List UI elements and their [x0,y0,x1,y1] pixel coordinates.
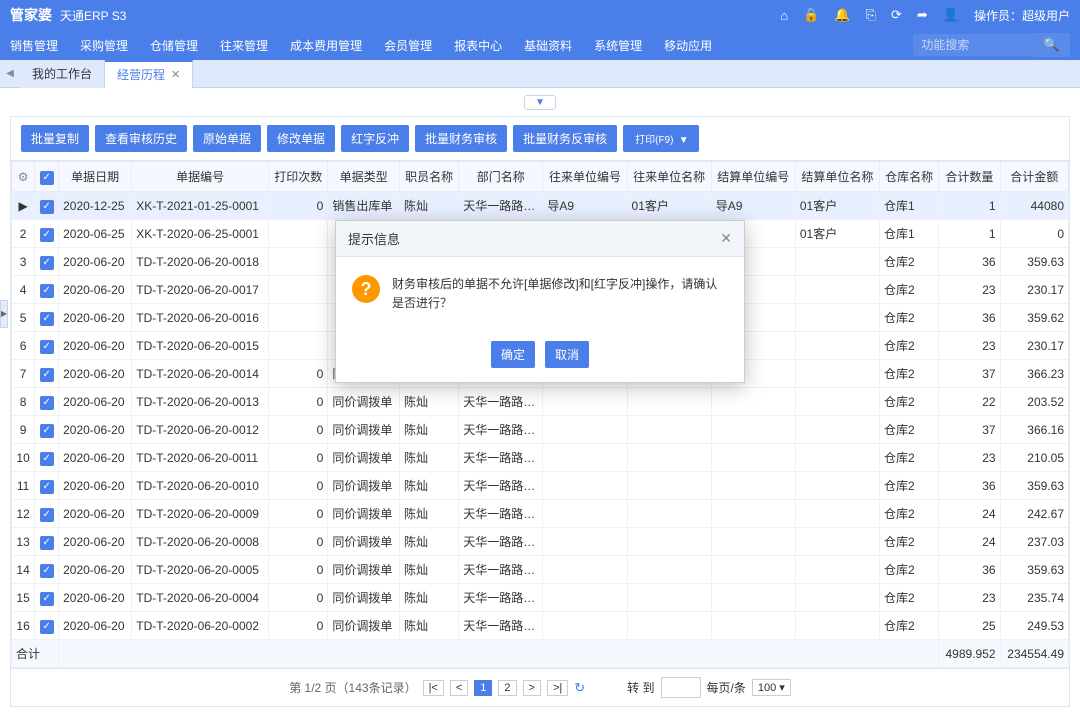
cell: 249.53 [1000,612,1068,640]
cell: 天华一路路… [459,612,543,640]
cell: ✓ [35,612,59,640]
table-footer-row: 合计 4989.952 234554.49 [12,640,1069,668]
last-page-button[interactable]: >| [547,680,568,696]
question-icon: ? [352,275,380,303]
cell [627,612,711,640]
cell: 25 [939,612,1000,640]
cell [795,612,879,640]
confirm-modal: 提示信息 ✕ ? 财务审核后的单据不允许[单据修改]和[红字反冲]操作，请确认是… [335,220,745,383]
cell: 同价调拨单 [328,612,400,640]
cell: 仓库2 [880,612,939,640]
ok-button[interactable]: 确定 [491,341,535,368]
cell: 16 [12,612,35,640]
cancel-button[interactable]: 取消 [545,341,589,368]
refresh-icon[interactable]: ↻ [574,680,585,696]
footer-qty: 4989.952 [939,640,1000,668]
cell [711,612,795,640]
next-page-button[interactable]: > [523,680,541,696]
page-2-button[interactable]: 2 [498,680,516,696]
table-row[interactable]: 16 ✓ 2020-06-20TD-T-2020-06-20-00020同价调拨单陈… [12,612,1069,640]
cell [543,612,627,640]
page-info: 第 1/2 页（143条记录） [289,679,416,696]
jump-input[interactable] [661,677,701,698]
checkbox[interactable]: ✓ [40,620,54,634]
modal-overlay: 提示信息 ✕ ? 财务审核后的单据不允许[单据修改]和[红字反冲]操作，请确认是… [0,0,1080,599]
first-page-button[interactable]: |< [423,680,444,696]
footer-label: 合计 [12,640,59,668]
per-page-label: 每页/条 [707,679,746,696]
prev-page-button[interactable]: < [450,680,468,696]
footer-amt: 234554.49 [1000,640,1068,668]
close-icon[interactable]: ✕ [720,230,732,247]
per-page-select[interactable]: 100 ▾ [752,679,791,696]
page-1-button[interactable]: 1 [474,680,492,696]
cell: 0 [269,612,328,640]
modal-title: 提示信息 [348,229,400,248]
cell: TD-T-2020-06-20-0002 [132,612,269,640]
cell: 2020-06-20 [59,612,132,640]
modal-text: 财务审核后的单据不允许[单据修改]和[红字反冲]操作，请确认是否进行？ [392,275,728,313]
cell: 陈灿 [400,612,459,640]
pagination: 第 1/2 页（143条记录） |< < 1 2 > >| ↻ 转 到 每页/条… [10,669,1070,707]
jump-label: 转 到 [627,679,654,696]
